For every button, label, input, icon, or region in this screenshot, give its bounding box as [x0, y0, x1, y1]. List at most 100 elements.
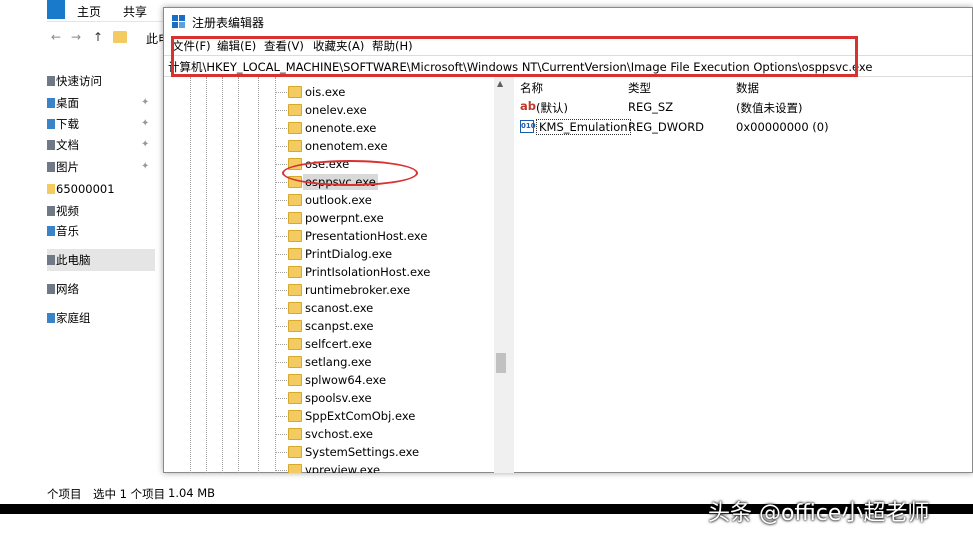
tree-key-item[interactable]: setlang.exe [274, 353, 504, 371]
sidebar-item[interactable]: 此电脑 [47, 249, 155, 271]
tree-connector [275, 92, 287, 93]
menu-view[interactable]: 查看(V) [264, 38, 304, 54]
tree-key-item[interactable]: scanpst.exe [274, 317, 504, 335]
up-arrow-icon[interactable]: ↑ [93, 30, 103, 44]
tree-key-label[interactable]: vpreview.exe [303, 462, 382, 473]
folder-icon [288, 428, 302, 440]
tree-key-item[interactable]: outlook.exe [274, 191, 504, 209]
pin-icon[interactable]: ✦ [141, 156, 149, 178]
tree-key-item[interactable]: vpreview.exe [274, 461, 504, 473]
network-icon [47, 284, 55, 294]
column-header-name[interactable]: 名称 [520, 80, 543, 96]
tree-key-label[interactable]: onenote.exe [303, 120, 378, 136]
tree-key-item[interactable]: PrintIsolationHost.exe [274, 263, 504, 281]
tree-key-item[interactable]: splwow64.exe [274, 371, 504, 389]
tree-key-label[interactable]: PrintIsolationHost.exe [303, 264, 432, 280]
value-data: (数值未设置) [736, 101, 803, 115]
tree-key-label[interactable]: svchost.exe [303, 426, 375, 442]
tree-connector [275, 272, 287, 273]
value-row[interactable]: 010 KMS_Emulation REG_DWORD 0x00000000 (0) [514, 117, 972, 137]
scroll-thumb[interactable] [496, 353, 506, 373]
folder-icon [288, 230, 302, 242]
value-list-pane[interactable]: 名称 类型 数据 ab (默认) REG_SZ (数值未设置) 010 KMS_Emula… [514, 77, 972, 473]
pin-icon[interactable]: ✦ [141, 92, 149, 114]
sidebar-item[interactable]: 音乐 [47, 220, 155, 242]
tree-key-item[interactable]: scanost.exe [274, 299, 504, 317]
tree-key-label[interactable]: spoolsv.exe [303, 390, 374, 406]
status-selected: 选中 1 个项目 [93, 487, 166, 501]
tree-key-item[interactable]: runtimebroker.exe [274, 281, 504, 299]
scroll-up-icon[interactable]: ▲ [497, 79, 503, 88]
sidebar-item[interactable]: 桌面 ✦ [47, 92, 155, 114]
tree-key-label[interactable]: outlook.exe [303, 192, 374, 208]
key-tree-pane[interactable]: ois.exe onelev.exe onenote.exe onenotem.exe… [164, 77, 508, 473]
folder-icon [113, 31, 127, 43]
forward-arrow-icon[interactable]: → [71, 30, 81, 44]
tree-key-item[interactable]: onelev.exe [274, 101, 504, 119]
tree-key-label[interactable]: selfcert.exe [303, 336, 374, 352]
sidebar-item-label: 网络 [56, 282, 79, 296]
tree-key-label[interactable]: ose.exe [303, 156, 351, 172]
tree-key-item[interactable]: svchost.exe [274, 425, 504, 443]
tree-key-label[interactable]: osppsvc.exe [303, 174, 378, 190]
value-row[interactable]: ab (默认) REG_SZ (数值未设置) [514, 97, 972, 117]
sidebar-item[interactable]: 65000001 [47, 178, 155, 200]
tree-key-label[interactable]: onenotem.exe [303, 138, 390, 154]
tree-key-item[interactable]: ois.exe [274, 83, 504, 101]
pin-icon[interactable]: ✦ [141, 113, 149, 135]
value-name[interactable]: KMS_Emulation [536, 119, 631, 135]
tree-key-item[interactable]: SppExtComObj.exe [274, 407, 504, 425]
tree-key-label[interactable]: onelev.exe [303, 102, 369, 118]
sidebar-item[interactable]: 下载 ✦ [47, 113, 155, 135]
tree-key-label[interactable]: runtimebroker.exe [303, 282, 412, 298]
tree-connector [275, 110, 287, 111]
tab-home[interactable]: 主页 [77, 3, 101, 20]
tree-key-item[interactable]: ose.exe [274, 155, 504, 173]
sidebar-item[interactable]: 图片 ✦ [47, 156, 155, 178]
menu-favorites[interactable]: 收藏夹(A) [313, 38, 364, 54]
menu-bar: 文件(F) 编辑(E) 查看(V) 收藏夹(A) 帮助(H) [164, 35, 972, 55]
dword-value-icon: 010 [520, 120, 536, 133]
document-icon [47, 140, 55, 150]
tree-key-item[interactable]: powerpnt.exe [274, 209, 504, 227]
tree-key-item[interactable]: spoolsv.exe [274, 389, 504, 407]
tree-key-label[interactable]: SystemSettings.exe [303, 444, 421, 460]
back-arrow-icon[interactable]: ← [51, 30, 61, 44]
title-bar[interactable]: 注册表编辑器 [164, 8, 972, 35]
tree-key-item[interactable]: selfcert.exe [274, 335, 504, 353]
window-title: 注册表编辑器 [192, 16, 265, 30]
tree-key-label[interactable]: PrintDialog.exe [303, 246, 394, 262]
column-header-data[interactable]: 数据 [736, 80, 759, 96]
tree-key-item[interactable]: osppsvc.exe [274, 173, 504, 191]
tree-key-label[interactable]: ois.exe [303, 84, 347, 100]
menu-edit[interactable]: 编辑(E) [217, 38, 256, 54]
menu-help[interactable]: 帮助(H) [372, 38, 413, 54]
tree-key-item[interactable]: SystemSettings.exe [274, 443, 504, 461]
column-header-type[interactable]: 类型 [628, 80, 651, 96]
sidebar-item[interactable]: 文档 ✦ [47, 134, 155, 156]
tree-key-label[interactable]: scanpst.exe [303, 318, 376, 334]
tree-key-item[interactable]: onenote.exe [274, 119, 504, 137]
tree-key-label[interactable]: scanost.exe [303, 300, 375, 316]
pin-icon[interactable]: ✦ [141, 134, 149, 156]
address-bar[interactable]: 计算机\HKEY_LOCAL_MACHINE\SOFTWARE\Microsof… [164, 55, 972, 77]
tree-key-label[interactable]: SppExtComObj.exe [303, 408, 417, 424]
tab-share[interactable]: 共享 [123, 3, 147, 20]
tree-key-item[interactable]: PresentationHost.exe [274, 227, 504, 245]
sidebar-item[interactable]: 视频 [47, 200, 155, 222]
sidebar-item[interactable]: 网络 [47, 278, 155, 300]
tree-key-item[interactable]: PrintDialog.exe [274, 245, 504, 263]
folder-icon [288, 320, 302, 332]
tree-key-item[interactable]: onenotem.exe [274, 137, 504, 155]
address-path[interactable]: 计算机\HKEY_LOCAL_MACHINE\SOFTWARE\Microsof… [168, 59, 872, 75]
tree-scrollbar[interactable]: ▲ [494, 77, 508, 473]
tree-key-label[interactable]: PresentationHost.exe [303, 228, 429, 244]
value-name[interactable]: (默认) [536, 100, 568, 116]
tree-key-label[interactable]: setlang.exe [303, 354, 373, 370]
sidebar-item[interactable]: 家庭组 [47, 307, 155, 329]
menu-file[interactable]: 文件(F) [172, 38, 211, 54]
tree-key-label[interactable]: splwow64.exe [303, 372, 388, 388]
tree-key-label[interactable]: powerpnt.exe [303, 210, 386, 226]
sidebar-item[interactable]: 快速访问 [47, 70, 155, 92]
file-tab[interactable] [47, 0, 65, 19]
